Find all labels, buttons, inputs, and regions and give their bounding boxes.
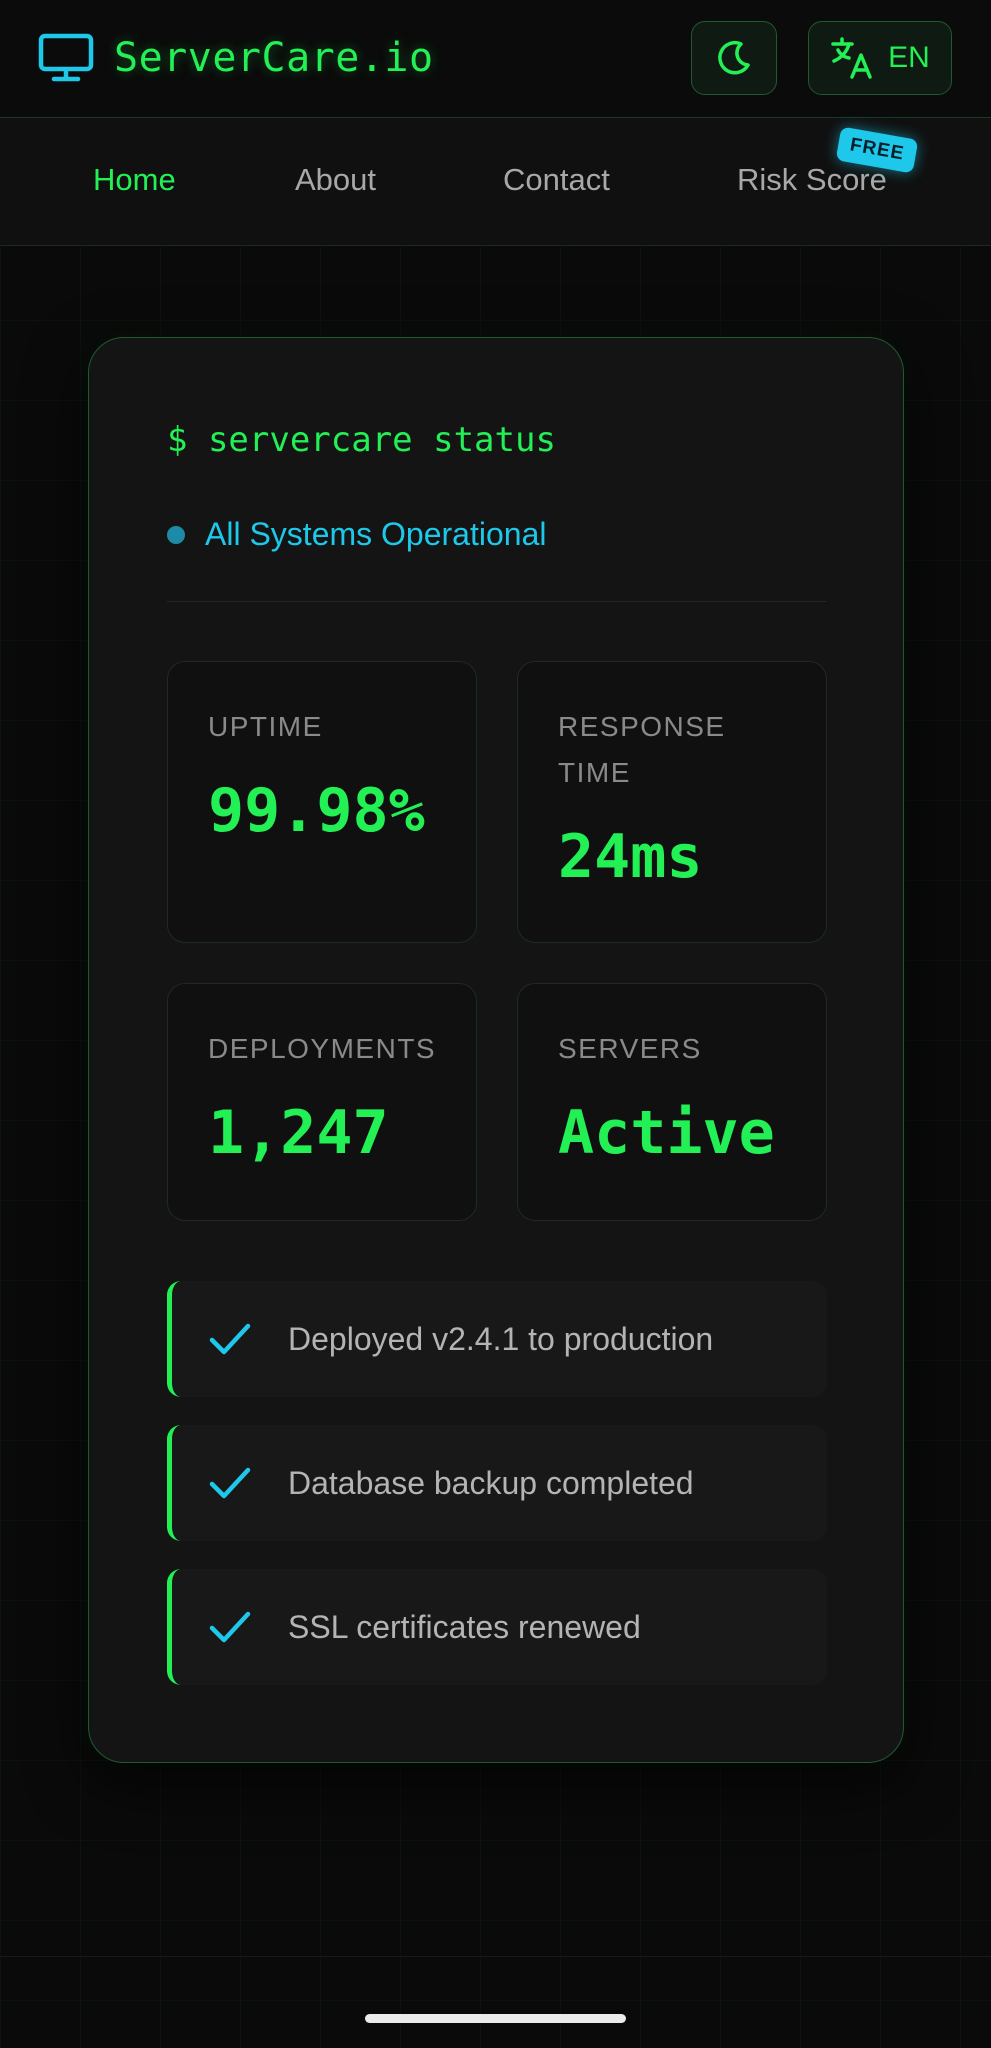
command-line: $ servercare status [167,420,556,460]
nav-contact[interactable]: Contact [503,162,610,198]
language-button[interactable]: EN [808,21,952,95]
stat-deployments: DEPLOYMENTS 1,247 [167,983,477,1221]
page: ServerCare.io EN Home About Contact Risk… [0,0,991,2048]
check-icon [209,1467,251,1499]
activity-item: SSL certificates renewed [167,1569,827,1685]
stat-servers: SERVERS Active [517,983,827,1221]
activity-item: Database backup completed [167,1425,827,1541]
stat-label: UPTIME [208,711,323,742]
stat-value: 24ms [558,822,703,892]
language-label: EN [888,41,930,74]
brand-name: ServerCare.io [114,35,434,81]
footer-divider [0,1956,991,1957]
stat-response-time: RESPONSE TIME 24ms [517,661,827,943]
nav-about[interactable]: About [295,162,376,198]
stat-value: 1,247 [208,1098,389,1168]
status-text: All Systems Operational [205,516,547,552]
activity-text: Database backup completed [288,1464,694,1501]
status-dot-icon [167,525,185,544]
stat-uptime: UPTIME 99.98% [167,661,477,943]
moon-icon [718,40,750,75]
activity-text: SSL certificates renewed [288,1608,641,1645]
stat-label: SERVERS [558,1033,702,1064]
theme-toggle-button[interactable] [691,21,777,95]
home-indicator[interactable] [365,2014,626,2023]
status-card: $ servercare status All Systems Operatio… [88,337,904,1763]
check-icon [209,1611,251,1643]
check-icon [209,1323,251,1355]
activity-item: Deployed v2.4.1 to production [167,1281,827,1397]
stat-label: DEPLOYMENTS [208,1033,437,1064]
top-bar: ServerCare.io EN [0,0,991,118]
stat-value: 99.98% [208,776,425,846]
stat-label: RESPONSE TIME [558,711,726,788]
translate-icon [831,37,872,79]
system-status: All Systems Operational [167,516,546,553]
stat-value: Active [558,1098,775,1168]
divider [167,601,827,602]
nav-home[interactable]: Home [93,162,176,198]
nav-risk-score[interactable]: Risk Score [737,162,887,198]
activity-text: Deployed v2.4.1 to production [288,1320,714,1357]
monitor-icon [38,33,94,82]
brand-link[interactable]: ServerCare.io [38,30,434,86]
